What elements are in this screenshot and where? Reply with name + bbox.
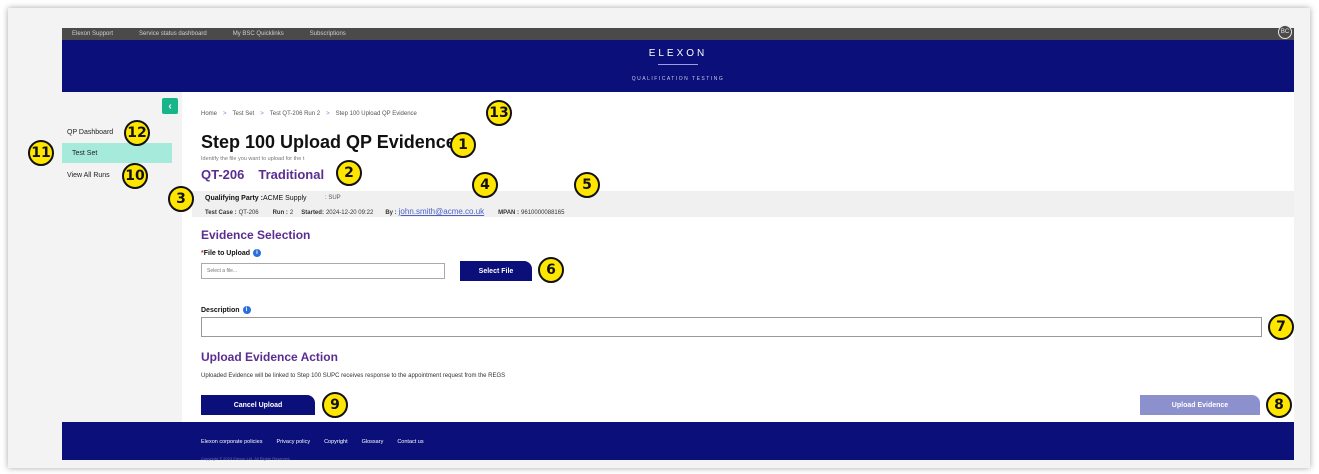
qualifying-party-label: Qualifying Party : xyxy=(205,195,263,202)
mpan-value: 9610000088165 xyxy=(521,210,565,216)
breadcrumb-test-set[interactable]: Test Set xyxy=(233,111,255,117)
breadcrumb-separator: > xyxy=(223,111,227,117)
avatar[interactable]: BC xyxy=(1278,25,1292,39)
description-input[interactable] xyxy=(201,317,1262,337)
upload-link-note: Uploaded Evidence will be linked to Step… xyxy=(201,373,506,379)
footer-link-copyright[interactable]: Copyright xyxy=(324,439,348,445)
qualifying-party: Qualifying Party :ACME Supply xyxy=(205,195,307,202)
page-title: Step 100 Upload QP Evidence xyxy=(201,132,456,152)
mpan-label: MPAN : xyxy=(498,210,520,216)
sidebar-item-view-all-runs[interactable]: View All Runs xyxy=(62,165,172,185)
upload-action-heading: Upload Evidence Action xyxy=(201,350,338,364)
run-details: Test Case : QT-206 Run :2 Started: 2024-12… xyxy=(205,207,564,216)
test-type: Traditional xyxy=(258,167,325,182)
info-icon[interactable]: i xyxy=(253,249,262,257)
run-label: Run : xyxy=(272,210,288,216)
test-heading: QT-206 Traditional xyxy=(201,167,324,182)
collapse-sidebar-icon[interactable]: ‹ xyxy=(162,98,178,114)
qualifying-party-value: ACME Supply xyxy=(262,195,307,202)
annotation-marker-1: 1 xyxy=(450,132,476,158)
brand-subtitle: QUALIFICATION TESTING xyxy=(631,76,725,82)
copyright-text: Copyright © 2024 Elexon Ltd. All Rights … xyxy=(201,456,291,461)
annotation-marker-13: 13 xyxy=(486,100,512,126)
topbar-link-support[interactable]: Elexon Support xyxy=(72,31,113,37)
breadcrumb-test-run[interactable]: Test QT-206 Run 2 xyxy=(270,111,320,117)
footer-link-glossary[interactable]: Glossary xyxy=(362,439,384,445)
annotation-marker-7: 7 xyxy=(1268,314,1294,340)
started-value: 2024-12-20 09:22 xyxy=(325,210,374,216)
test-case-value: QT-206 xyxy=(238,210,259,216)
footer-links: Elexon corporate policies Privacy policy… xyxy=(201,439,424,445)
utility-bar: Elexon Support Service status dashboard … xyxy=(62,25,1294,40)
sidebar-item-qp-dashboard[interactable]: QP Dashboard xyxy=(62,122,172,142)
breadcrumb-current: Step 100 Upload QP Evidence xyxy=(335,111,417,117)
annotation-marker-12: 12 xyxy=(124,120,150,146)
started-label: Started: xyxy=(301,210,324,216)
file-to-upload-label: *File to Upload i xyxy=(201,249,262,257)
annotation-marker-3: 3 xyxy=(168,186,194,212)
evidence-selection-heading: Evidence Selection xyxy=(201,228,311,242)
annotation-marker-9: 9 xyxy=(322,392,348,418)
footer-link-policies[interactable]: Elexon corporate policies xyxy=(201,439,262,445)
breadcrumb: Home > Test Set > Test QT-206 Run 2 > St… xyxy=(201,111,417,117)
test-code: QT-206 xyxy=(201,167,245,182)
annotation-marker-10: 10 xyxy=(122,163,148,189)
footer-link-contact[interactable]: Contact us xyxy=(397,439,423,445)
annotation-marker-6: 6 xyxy=(538,257,564,283)
annotation-marker-8: 8 xyxy=(1266,392,1292,418)
description-label: Description i xyxy=(201,306,251,314)
annotation-marker-2: 2 xyxy=(336,160,362,186)
annotation-marker-11: 11 xyxy=(28,140,54,166)
by-label: By : xyxy=(385,210,397,216)
breadcrumb-separator: > xyxy=(326,111,330,117)
role-code: : SUP xyxy=(325,195,341,201)
site-header: ELEXON QUALIFICATION TESTING xyxy=(62,40,1294,92)
cancel-upload-button[interactable]: Cancel Upload xyxy=(201,395,315,415)
breadcrumb-separator: > xyxy=(260,111,264,117)
select-file-button[interactable]: Select File xyxy=(460,261,532,281)
footer-link-privacy[interactable]: Privacy policy xyxy=(276,439,310,445)
file-path-input[interactable] xyxy=(201,263,445,279)
topbar-link-quicklinks[interactable]: My BSC Quicklinks xyxy=(233,31,284,37)
brand-logo[interactable]: ELEXON xyxy=(62,48,1294,59)
topbar-link-status[interactable]: Service status dashboard xyxy=(139,31,207,37)
info-icon[interactable]: i xyxy=(242,306,251,314)
upload-evidence-button[interactable]: Upload Evidence xyxy=(1140,395,1260,415)
annotation-marker-4: 4 xyxy=(472,172,498,198)
user-email-link[interactable]: john.smith@acme.co.uk xyxy=(399,207,485,216)
breadcrumb-home[interactable]: Home xyxy=(201,111,217,117)
test-case-label: Test Case : xyxy=(205,210,237,216)
brand-divider xyxy=(658,64,698,65)
topbar-link-subscriptions[interactable]: Subscriptions xyxy=(310,31,346,37)
page-instructions: Identify the file you want to upload for… xyxy=(201,156,305,162)
annotation-marker-5: 5 xyxy=(574,172,600,198)
run-value: 2 xyxy=(289,210,294,216)
sidebar-item-test-set[interactable]: Test Set xyxy=(62,143,172,163)
